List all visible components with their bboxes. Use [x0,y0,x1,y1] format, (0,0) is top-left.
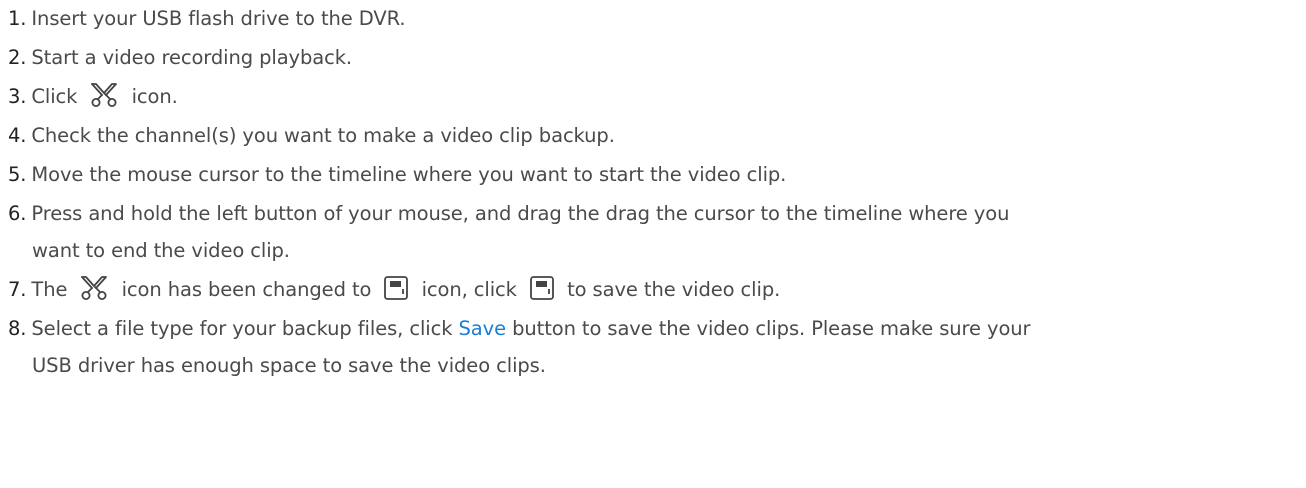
step-text: Click [31,85,78,108]
instructions-page: { "steps": [ {"num": "1.", "text": "Inse… [0,0,1306,488]
scissors-icon [79,275,109,313]
step-text: Insert your USB flash drive to the DVR. [31,7,406,30]
step-3: 3. Click icon. [8,78,1300,120]
step-number: 6. [8,202,27,225]
save-icon [383,275,409,313]
step-text: icon, click [421,278,517,301]
step-text: Check the channel(s) you want to make a … [31,124,615,147]
step-text: Press and hold the left button of your m… [31,202,1010,225]
step-4: 4. Check the channel(s) you want to make … [8,117,1300,154]
step-number: 3. [8,85,27,108]
step-8: 8. Select a file type for your backup fil… [8,310,1300,384]
step-number: 8. [8,317,27,340]
step-text: Move the mouse cursor to the timeline wh… [31,163,787,186]
step-1: 1. Insert your USB flash drive to the DVR… [8,0,1300,37]
step-number: 4. [8,124,27,147]
step-text-continuation: USB driver has enough space to save the … [32,354,546,377]
step-text: The [31,278,68,301]
scissors-icon [89,82,119,120]
step-text-continuation: want to end the video clip. [32,239,290,262]
step-5: 5. Move the mouse cursor to the timeline … [8,156,1300,193]
step-text: icon. [131,85,178,108]
step-text: button to save the video clips. Please m… [512,317,1031,340]
save-link: Save [458,317,507,340]
step-2: 2. Start a video recording playback. [8,39,1300,76]
step-number: 2. [8,46,27,69]
step-number: 7. [8,278,27,301]
step-text: icon has been changed to [121,278,372,301]
step-text: to save the video clip. [567,278,781,301]
step-6: 6. Press and hold the left button of your… [8,195,1300,269]
step-number: 1. [8,7,27,30]
save-icon [529,275,555,313]
step-text: Select a file type for your backup files… [31,317,453,340]
step-text: Start a video recording playback. [31,46,353,69]
step-7: 7. The icon has been changed to icon, cli… [8,271,1300,313]
step-number: 5. [8,163,27,186]
